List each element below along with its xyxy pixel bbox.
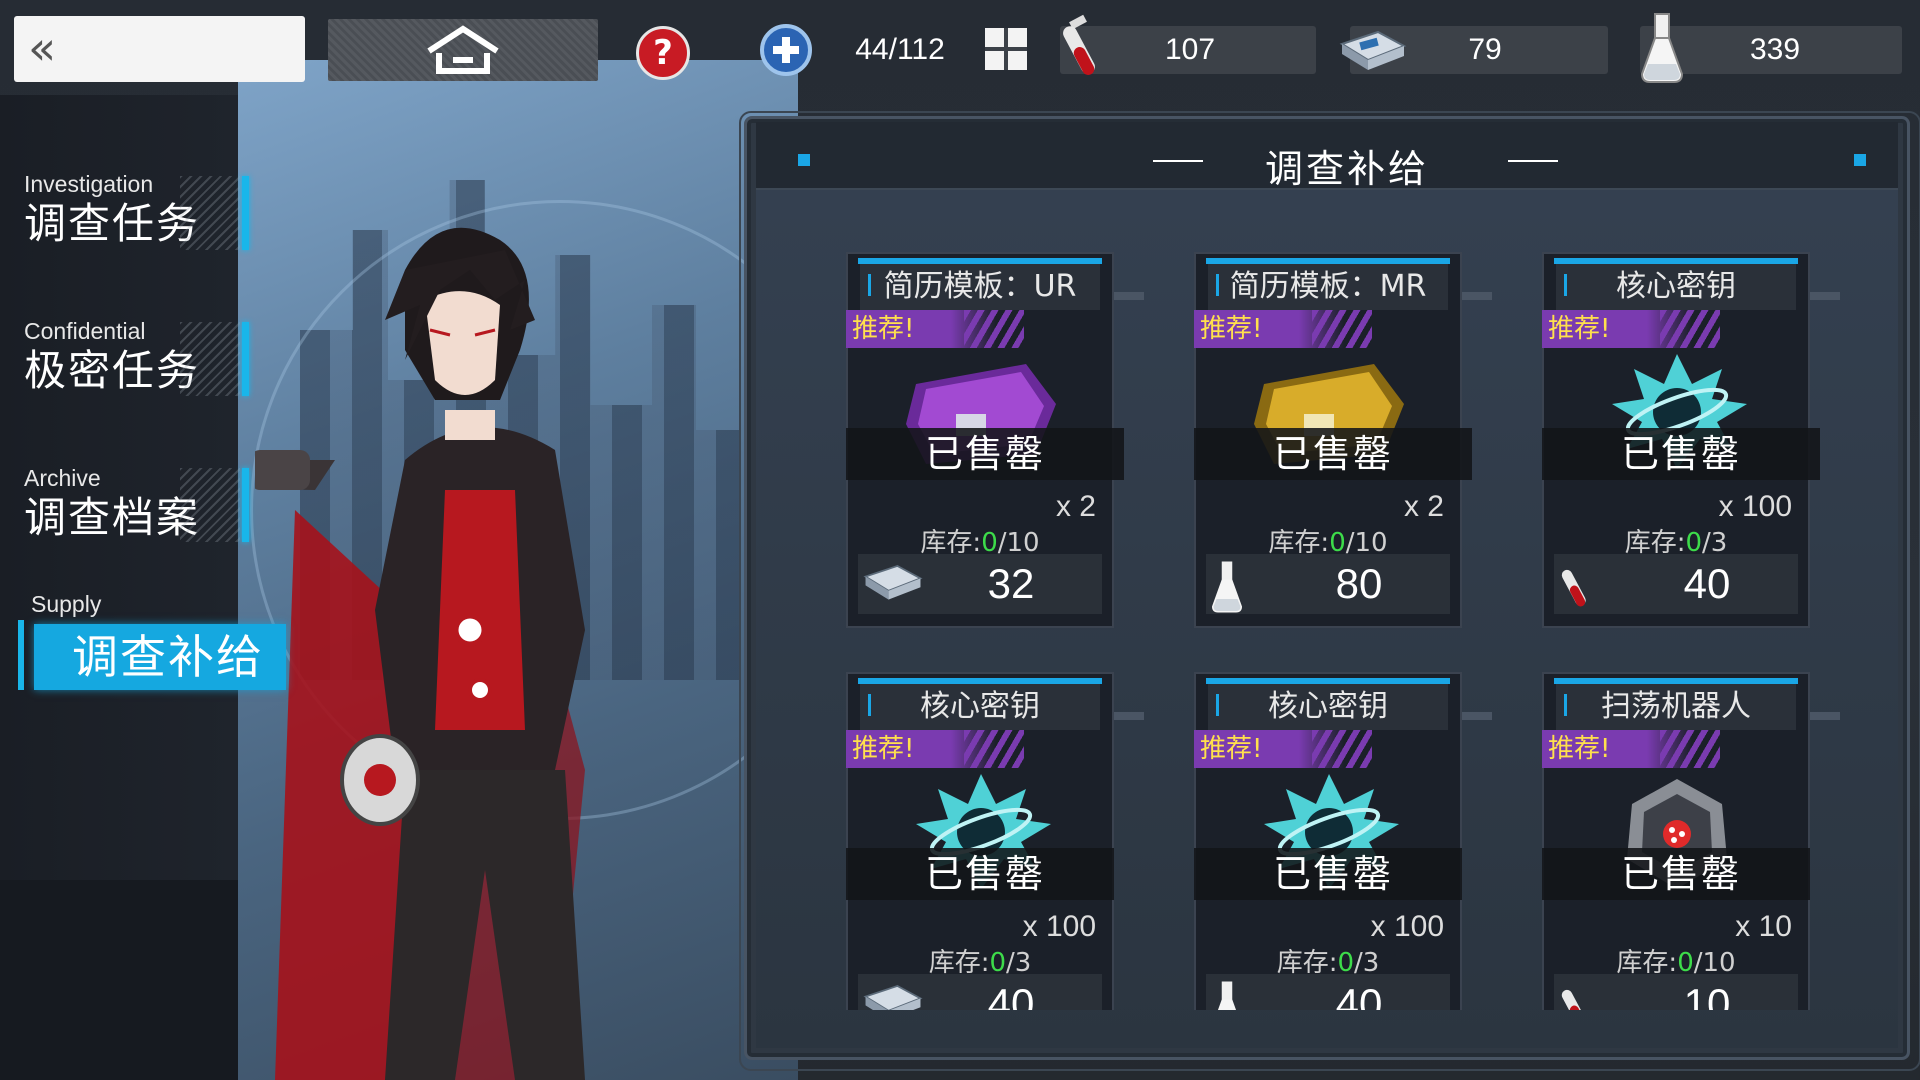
recommend-label: 推荐! bbox=[1200, 734, 1263, 764]
header-dot bbox=[798, 154, 810, 166]
nav-indicator bbox=[242, 322, 249, 396]
nav-active-indicator bbox=[18, 620, 24, 690]
recommend-label: 推荐! bbox=[852, 734, 915, 764]
item-name: 核心密钥 bbox=[860, 684, 1100, 730]
recommend-label: 推荐! bbox=[1548, 314, 1611, 344]
item-price: 40 bbox=[1683, 560, 1731, 607]
add-stamina-button[interactable] bbox=[985, 28, 1027, 70]
sold-out-label: 已售罄 bbox=[846, 428, 1124, 480]
recommend-label: 推荐! bbox=[1548, 734, 1611, 764]
nav-indicator bbox=[242, 468, 249, 542]
nav-supply[interactable]: 调查补给 bbox=[34, 624, 286, 690]
supply-card[interactable]: 扫荡机器人 推荐! 已售罄 x 10 库存:0/10 10 bbox=[1542, 672, 1810, 1010]
nav-supply-cn: 调查补给 bbox=[72, 630, 264, 684]
nav-supply-en: Supply bbox=[31, 591, 102, 617]
flask-icon bbox=[1210, 560, 1244, 618]
item-name: 核心密钥 bbox=[1556, 264, 1796, 310]
item-quantity: x 2 bbox=[1055, 490, 1096, 523]
character-illustration bbox=[255, 227, 585, 1080]
sold-out-label: 已售罄 bbox=[1542, 848, 1810, 900]
device-count: 79 bbox=[1468, 33, 1502, 66]
card-side-tab bbox=[1810, 292, 1840, 300]
left-panel-shade bbox=[0, 880, 238, 1080]
recommend-label: 推荐! bbox=[852, 314, 915, 344]
item-name: 简历模板：MR bbox=[1208, 264, 1448, 310]
stamina-plus-icon bbox=[760, 24, 812, 76]
card-side-tab bbox=[1114, 292, 1144, 300]
blood-vial-icon bbox=[1558, 560, 1594, 618]
shop-title: 调查补给 bbox=[1264, 147, 1429, 191]
nav-hatch bbox=[180, 468, 240, 542]
data-device-icon bbox=[862, 560, 924, 606]
badge-stripes bbox=[964, 730, 1024, 768]
blood-vial-icon bbox=[1063, 14, 1095, 75]
item-quantity: x 100 bbox=[1370, 910, 1444, 943]
badge-stripes bbox=[1312, 730, 1372, 768]
item-price: 10 bbox=[1683, 980, 1731, 1010]
item-name: 核心密钥 bbox=[1208, 684, 1448, 730]
data-device-icon bbox=[862, 980, 924, 1010]
item-quantity: x 10 bbox=[1735, 910, 1792, 943]
sold-out-label: 已售罄 bbox=[1194, 428, 1472, 480]
sold-out-label: 已售罄 bbox=[1542, 428, 1820, 480]
item-quantity: x 2 bbox=[1403, 490, 1444, 523]
supply-card[interactable]: 简历模板：UR 推荐! 已售罄 x 2 库存:0/10 32 bbox=[846, 252, 1124, 628]
flask-icon bbox=[1640, 13, 1684, 83]
home-icon bbox=[427, 25, 499, 74]
card-side-tab bbox=[1462, 712, 1492, 720]
item-name: 简历模板：UR bbox=[860, 264, 1100, 310]
nav-hatch bbox=[180, 176, 240, 250]
title-dash-left bbox=[1153, 160, 1203, 162]
blood-vial-icon bbox=[1558, 980, 1594, 1010]
badge-stripes bbox=[1660, 310, 1720, 348]
flask-icon bbox=[1210, 980, 1244, 1010]
badge-stripes bbox=[1660, 730, 1720, 768]
card-side-tab bbox=[1114, 712, 1144, 720]
supply-card[interactable]: 核心密钥 推荐! 已售罄 x 100 库存:0/3 40 bbox=[1194, 672, 1462, 1010]
double-chevron-left-icon: « bbox=[28, 21, 57, 75]
item-price: 32 bbox=[987, 560, 1035, 607]
header-dot bbox=[1854, 154, 1866, 166]
card-side-tab bbox=[1810, 712, 1840, 720]
stamina-value: 44/112 bbox=[855, 33, 945, 66]
home-button[interactable] bbox=[328, 19, 598, 81]
supply-card[interactable]: 核心密钥 推荐! 已售罄 x 100 库存:0/3 40 bbox=[1542, 252, 1820, 628]
back-button[interactable]: « bbox=[14, 16, 305, 82]
question-icon: ? bbox=[653, 33, 673, 73]
item-price: 40 bbox=[987, 980, 1035, 1010]
supply-card[interactable]: 核心密钥 推荐! 已售罄 x 100 库存:0/3 40 bbox=[846, 672, 1114, 1010]
title-dash-right bbox=[1508, 160, 1558, 162]
supply-card[interactable]: 简历模板：MR 推荐! 已售罄 x 2 库存:0/10 80 bbox=[1194, 252, 1472, 628]
help-button[interactable]: ? bbox=[636, 26, 690, 80]
sold-out-label: 已售罄 bbox=[846, 848, 1114, 900]
vial-count: 107 bbox=[1164, 33, 1216, 66]
nav-hatch bbox=[180, 322, 240, 396]
nav-indicator bbox=[242, 176, 249, 250]
flask-count: 339 bbox=[1749, 33, 1801, 66]
sold-out-label: 已售罄 bbox=[1194, 848, 1462, 900]
data-device-icon bbox=[1339, 30, 1407, 70]
item-quantity: x 100 bbox=[1022, 910, 1096, 943]
badge-stripes bbox=[964, 310, 1024, 348]
item-price: 80 bbox=[1335, 560, 1383, 607]
item-name: 扫荡机器人 bbox=[1556, 684, 1796, 730]
badge-stripes bbox=[1312, 310, 1372, 348]
card-side-tab bbox=[1462, 292, 1492, 300]
recommend-label: 推荐! bbox=[1200, 314, 1263, 344]
item-price: 40 bbox=[1335, 980, 1383, 1010]
item-quantity: x 100 bbox=[1718, 490, 1792, 523]
